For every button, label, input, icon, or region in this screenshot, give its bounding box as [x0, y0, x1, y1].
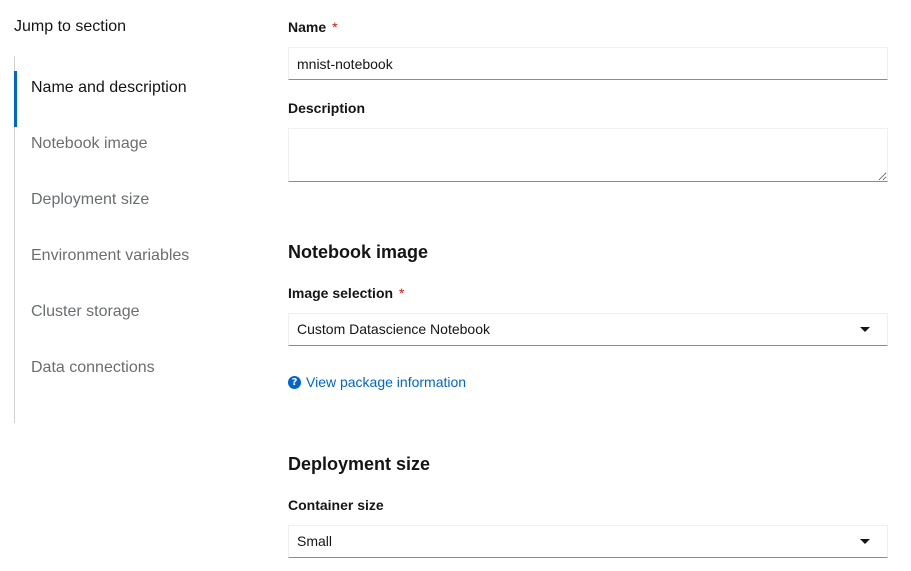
- nav-item-cluster-storage[interactable]: Cluster storage: [15, 280, 234, 336]
- image-selection-value: Custom Datascience Notebook: [297, 321, 490, 337]
- question-circle-icon: ?: [288, 375, 301, 389]
- nav-item-label: Name and description: [31, 79, 187, 96]
- nav-item-deployment-size[interactable]: Deployment size: [15, 168, 234, 224]
- jump-to-section-title: Jump to section: [14, 18, 127, 35]
- image-selection-dropdown[interactable]: Custom Datascience Notebook: [288, 313, 888, 346]
- description-textarea[interactable]: [288, 128, 888, 182]
- view-package-information-label: View package information: [306, 374, 467, 390]
- nav-item-environment-variables[interactable]: Environment variables: [15, 224, 234, 280]
- caret-down-icon: [860, 539, 870, 544]
- nav-item-label: Deployment size: [31, 191, 150, 208]
- nav-item-label: Data connections: [31, 359, 155, 376]
- create-workbench-page: Jump to section Name and description Not…: [0, 0, 911, 571]
- container-size-label: Container size: [288, 497, 384, 513]
- container-size-dropdown[interactable]: Small: [288, 525, 888, 558]
- required-indicator: *: [399, 285, 405, 301]
- nav-item-label: Environment variables: [31, 247, 190, 264]
- nav-item-label: Cluster storage: [31, 303, 140, 320]
- caret-down-icon: [860, 327, 870, 332]
- deployment-size-heading: Deployment size: [288, 454, 431, 474]
- nav-item-label: Notebook image: [31, 135, 148, 152]
- image-selection-label: Image selection *: [288, 284, 405, 302]
- notebook-image-heading: Notebook image: [288, 242, 429, 262]
- name-label-text: Name: [288, 19, 327, 35]
- name-input[interactable]: [288, 47, 888, 80]
- description-label: Description: [288, 100, 366, 116]
- image-selection-label-text: Image selection: [288, 285, 394, 301]
- view-package-information-link[interactable]: ? View package information: [288, 373, 466, 391]
- required-indicator: *: [332, 19, 338, 35]
- container-size-value: Small: [297, 533, 333, 549]
- nav-item-notebook-image[interactable]: Notebook image: [15, 112, 234, 168]
- nav-item-name-and-description[interactable]: Name and description: [14, 56, 234, 127]
- jump-to-section-nav: Name and description Notebook image Depl…: [14, 56, 234, 423]
- nav-item-data-connections[interactable]: Data connections: [15, 336, 234, 392]
- name-label: Name *: [288, 18, 338, 36]
